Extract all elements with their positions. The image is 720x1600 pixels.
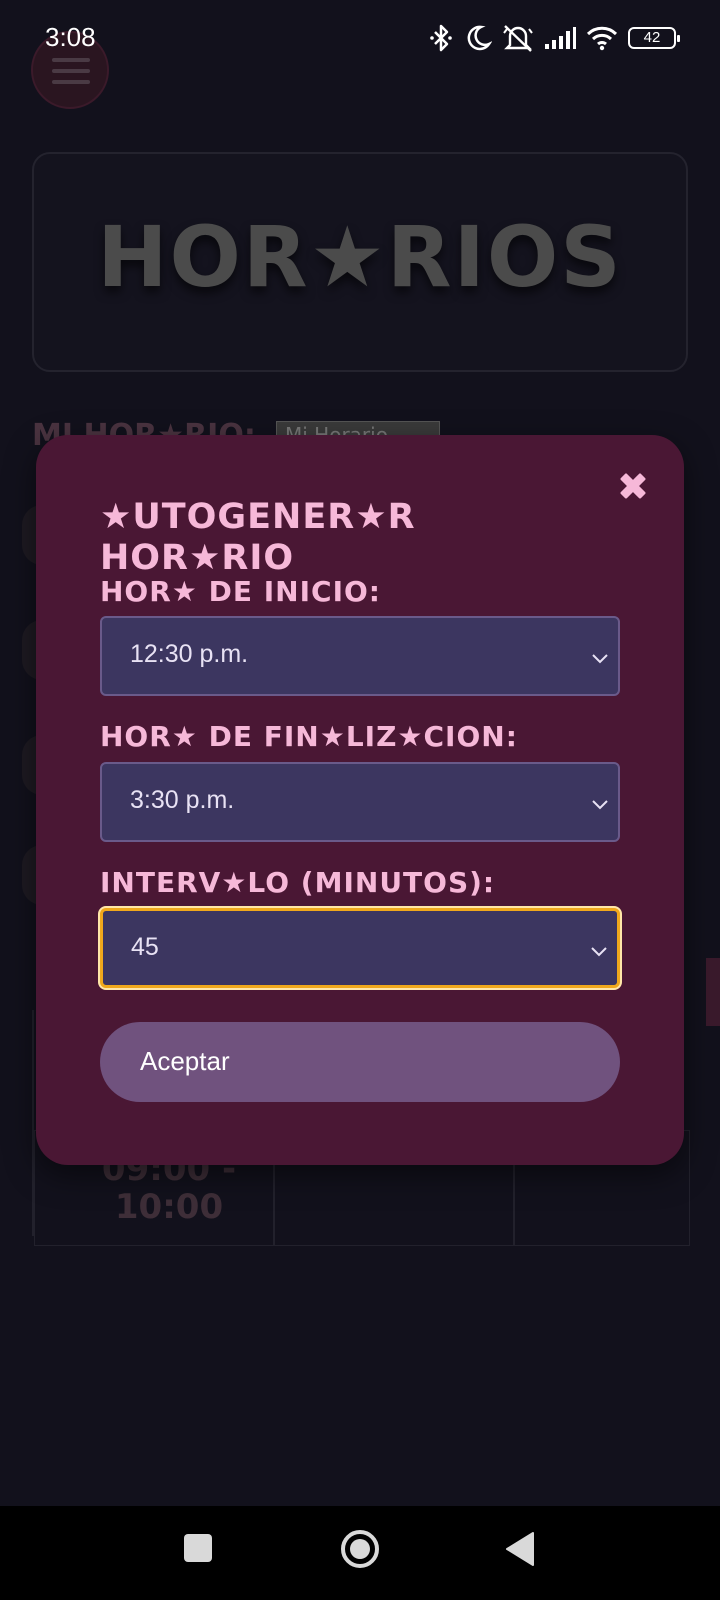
status-bar: 3:08 42 [0, 0, 720, 80]
accept-button[interactable]: Aceptar [100, 1022, 620, 1102]
recents-button[interactable] [182, 1532, 214, 1564]
wifi-icon [586, 26, 618, 51]
mute-icon [503, 25, 533, 52]
end-time-label: HOR★ DE FIN★LIZ★CION: [100, 720, 518, 753]
chevron-down-icon [592, 654, 608, 664]
start-time-label: HOR★ DE INICIO: [100, 575, 381, 608]
signal-icon [545, 27, 576, 49]
system-nav-bar [0, 1506, 720, 1600]
home-button[interactable] [340, 1529, 380, 1569]
home-circle-icon [341, 1530, 379, 1568]
moon-icon [467, 25, 492, 51]
battery-icon: 42 [628, 27, 680, 49]
bluetooth-icon [430, 24, 452, 52]
chevron-down-icon [591, 947, 607, 957]
interval-select[interactable]: 45 [100, 908, 620, 988]
chevron-down-icon [592, 800, 608, 810]
header-title: HOR★RIOS [97, 208, 623, 306]
hamburger-icon [52, 80, 90, 84]
start-time-select[interactable]: 12:30 p.m. [100, 616, 620, 696]
close-button[interactable] [616, 469, 650, 503]
end-time-select[interactable]: 3:30 p.m. [100, 762, 620, 842]
interval-value: 45 [131, 933, 159, 961]
status-icons: 42 [428, 22, 680, 54]
side-tab[interactable] [706, 958, 720, 1026]
close-icon [620, 473, 646, 499]
end-time-value: 3:30 p.m. [130, 786, 235, 814]
back-triangle-icon [506, 1532, 534, 1566]
start-time-value: 12:30 p.m. [130, 640, 249, 668]
status-time: 3:08 [45, 22, 96, 52]
autogenerate-modal: ★UTOGENER★R HOR★RIO HOR★ DE INICIO: 12:3… [36, 435, 684, 1165]
recents-square-icon [184, 1534, 212, 1562]
modal-title: ★UTOGENER★R HOR★RIO [100, 497, 416, 578]
back-button[interactable] [505, 1531, 537, 1567]
header-card: HOR★RIOS [32, 152, 688, 372]
accept-button-label: Aceptar [140, 1046, 230, 1076]
interval-label: INTERV★LO (MINUTOS): [100, 866, 496, 899]
